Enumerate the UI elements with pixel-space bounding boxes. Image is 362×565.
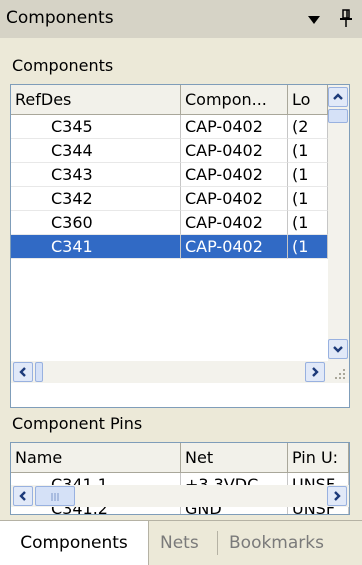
refdes-cell: C360 <box>11 211 181 235</box>
column-header-component[interactable]: Compon... <box>181 85 288 115</box>
components-grid[interactable]: RefDes Compon... Lo C345 CAP-0402 (2 C344 CA… <box>10 84 350 408</box>
panel-titlebar: Components <box>0 0 362 38</box>
location-cell: (2 <box>288 115 328 139</box>
tab-nets[interactable]: Nets <box>160 521 199 565</box>
location-cell: (1 <box>288 235 328 259</box>
pins-scroll-right-icon[interactable] <box>327 486 347 506</box>
table-row[interactable]: C341 CAP-0402 (1 <box>11 235 328 259</box>
scroll-left-icon[interactable] <box>13 362 33 382</box>
table-row[interactable]: C345 CAP-0402 (2 <box>11 115 328 139</box>
column-header-net[interactable]: Net <box>181 443 288 473</box>
hscroll-thumb[interactable] <box>35 362 43 382</box>
component-cell: CAP-0402 <box>181 235 288 259</box>
refdes-cell: C342 <box>11 187 181 211</box>
pins-hscroll-thumb[interactable] <box>35 486 75 506</box>
location-cell: (1 <box>288 163 328 187</box>
component-cell: CAP-0402 <box>181 139 288 163</box>
component-cell: CAP-0402 <box>181 115 288 139</box>
component-cell: CAP-0402 <box>181 211 288 235</box>
components-group-label: Components <box>12 56 114 75</box>
component-cell: CAP-0402 <box>181 163 288 187</box>
table-row[interactable]: C343 CAP-0402 (1 <box>11 163 328 187</box>
refdes-cell: C343 <box>11 163 181 187</box>
column-header-name[interactable]: Name <box>11 443 181 473</box>
tab-bar: Components Nets Bookmarks <box>0 520 362 565</box>
column-header-pin-use[interactable]: Pin U: <box>288 443 349 473</box>
refdes-cell: C345 <box>11 115 181 139</box>
scroll-up-icon[interactable] <box>328 87 348 107</box>
table-row[interactable]: C360 CAP-0402 (1 <box>11 211 328 235</box>
scroll-down-icon[interactable] <box>328 339 348 359</box>
scroll-right-icon[interactable] <box>305 362 325 382</box>
tab-bookmarks[interactable]: Bookmarks <box>229 521 324 565</box>
components-vscrollbar[interactable] <box>328 85 349 361</box>
pins-hscrollbar[interactable] <box>11 485 349 507</box>
location-cell: (1 <box>288 139 328 163</box>
refdes-cell: C344 <box>11 139 181 163</box>
component-cell: CAP-0402 <box>181 187 288 211</box>
location-cell: (1 <box>288 187 328 211</box>
pins-group-label: Component Pins <box>12 414 143 433</box>
location-cell: (1 <box>288 211 328 235</box>
vscroll-thumb[interactable] <box>328 109 348 123</box>
panel-title: Components <box>6 8 114 28</box>
pins-scroll-left-icon[interactable] <box>13 486 33 506</box>
table-row[interactable]: C342 CAP-0402 (1 <box>11 187 328 211</box>
menu-dropdown-icon[interactable] <box>308 16 320 24</box>
components-hscrollbar[interactable] <box>11 361 349 383</box>
tab-divider <box>217 531 218 555</box>
column-header-refdes[interactable]: RefDes <box>11 85 181 115</box>
tab-components[interactable]: Components <box>0 521 149 565</box>
pin-icon[interactable] <box>339 9 353 29</box>
column-header-location[interactable]: Lo <box>288 85 328 115</box>
resize-grip-icon[interactable] <box>331 365 347 381</box>
refdes-cell: C341 <box>11 235 181 259</box>
table-row[interactable]: C344 CAP-0402 (1 <box>11 139 328 163</box>
